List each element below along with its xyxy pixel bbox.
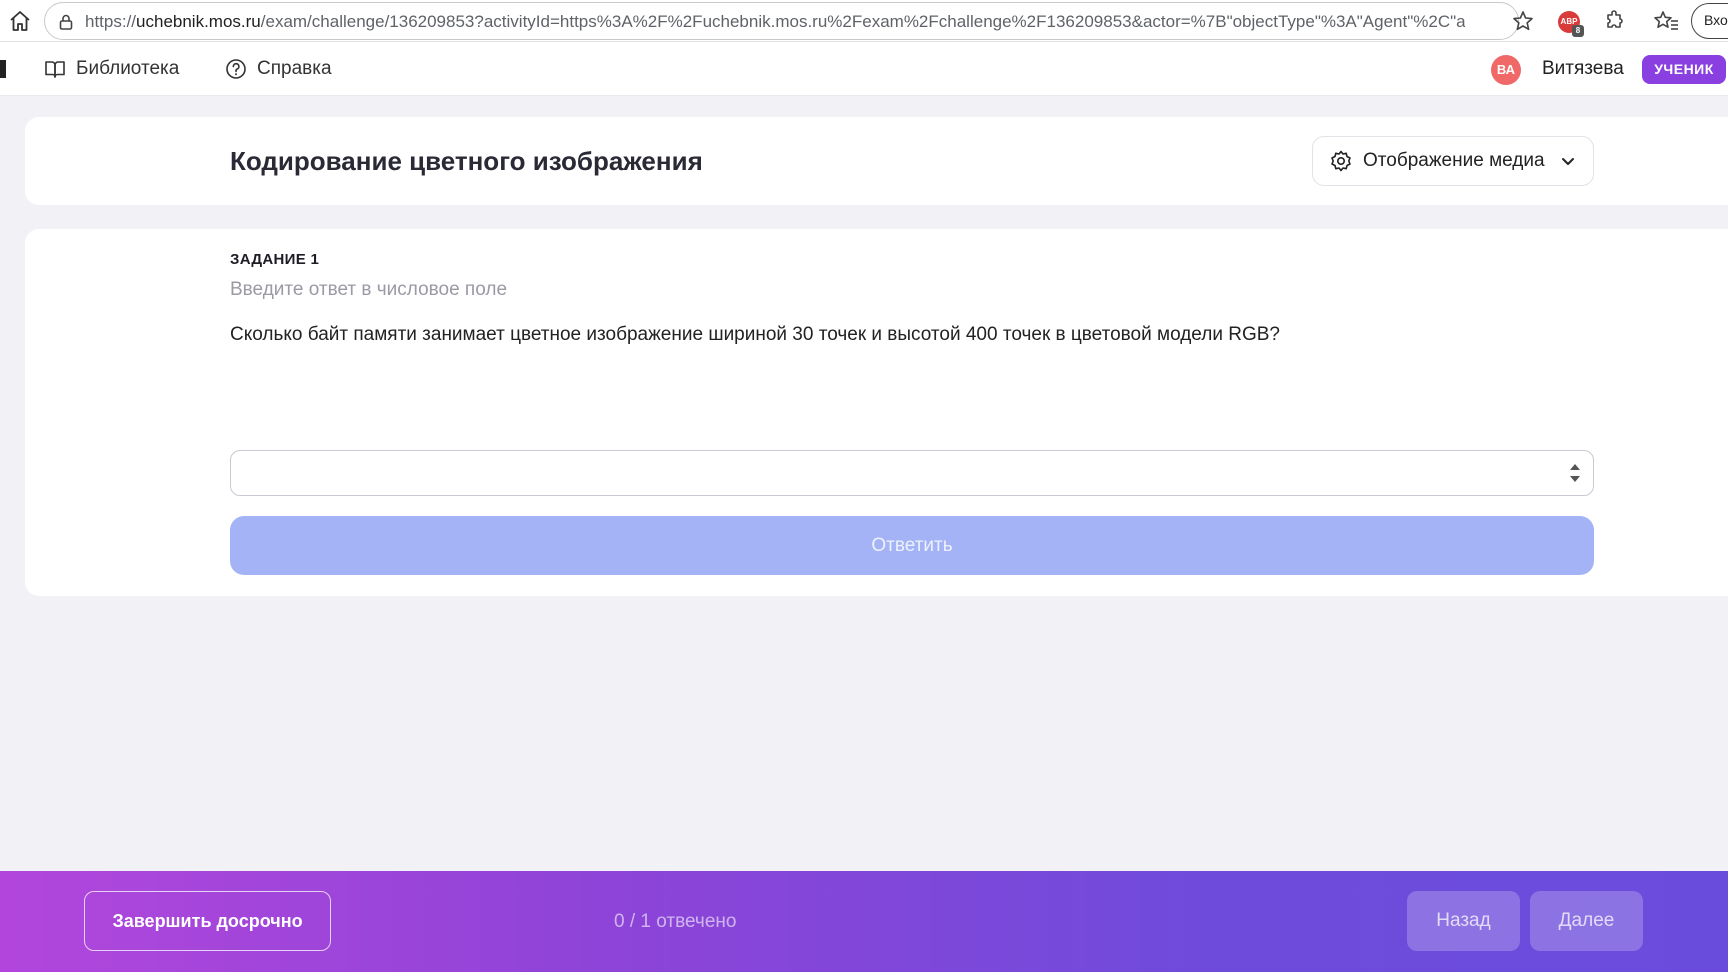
next-button[interactable]: Далее xyxy=(1530,891,1643,951)
book-icon xyxy=(45,61,65,78)
back-button[interactable]: Назад xyxy=(1407,891,1520,951)
logo-edge xyxy=(0,60,6,78)
title-card: Кодирование цветного изображения Отображ… xyxy=(25,117,1728,205)
answer-input[interactable] xyxy=(231,451,1551,495)
task-question: Сколько байт памяти занимает цветное изо… xyxy=(230,324,1280,345)
url-scheme: https:// xyxy=(85,12,137,31)
nav-help-label: Справка xyxy=(257,58,332,79)
nav-library[interactable]: Библиотека xyxy=(44,42,179,96)
nav-library-label: Библиотека xyxy=(76,58,180,79)
user-name[interactable]: Витязева xyxy=(1542,42,1624,96)
gear-icon xyxy=(1331,150,1351,172)
avatar[interactable]: ВА xyxy=(1491,55,1521,85)
task-card: ЗАДАНИЕ 1 Введите ответ в числовое поле … xyxy=(25,229,1728,596)
adblock-count-badge: 8 xyxy=(1572,25,1584,37)
extensions-puzzle-icon[interactable] xyxy=(1603,9,1627,33)
browser-toolbar: https://uchebnik.mos.ru/exam/challenge/1… xyxy=(0,0,1728,42)
favorites-icon[interactable] xyxy=(1653,9,1679,33)
page-title: Кодирование цветного изображения xyxy=(230,146,703,176)
adblock-extension-icon[interactable]: ABP 8 xyxy=(1558,11,1584,37)
help-circle-icon xyxy=(226,59,246,79)
url-text[interactable]: https://uchebnik.mos.ru/exam/challenge/1… xyxy=(85,3,1465,41)
url-host: uchebnik.mos.ru xyxy=(136,12,261,31)
media-display-dropdown[interactable]: Отображение медиа xyxy=(1312,136,1594,186)
task-number: ЗАДАНИЕ 1 xyxy=(230,251,320,268)
role-badge: УЧЕНИК xyxy=(1642,55,1726,84)
media-display-label: Отображение медиа xyxy=(1363,150,1545,171)
browser-signin-button[interactable]: Вхо xyxy=(1691,3,1728,39)
url-path: /exam/challenge/136209853?activityId=htt… xyxy=(260,12,1465,31)
number-stepper-icon[interactable] xyxy=(1569,460,1581,486)
lock-icon[interactable] xyxy=(57,13,75,31)
finish-early-button[interactable]: Завершить досрочно xyxy=(84,891,331,951)
site-header: Библиотека Справка ВА Витязева УЧЕНИК xyxy=(0,42,1728,96)
address-bar[interactable]: https://uchebnik.mos.ru/exam/challenge/1… xyxy=(44,2,1519,40)
bookmark-star-icon[interactable] xyxy=(1511,9,1535,33)
task-hint: Введите ответ в числовое поле xyxy=(230,279,508,300)
footer-bar: Завершить досрочно 0 / 1 отвечено Назад … xyxy=(0,871,1728,972)
submit-answer-button[interactable]: Ответить xyxy=(230,516,1594,575)
answered-progress: 0 / 1 отвечено xyxy=(614,911,737,932)
chevron-down-icon xyxy=(1561,158,1574,165)
home-icon[interactable] xyxy=(8,9,32,33)
nav-help[interactable]: Справка xyxy=(225,42,332,96)
answer-number-field[interactable] xyxy=(230,450,1594,496)
